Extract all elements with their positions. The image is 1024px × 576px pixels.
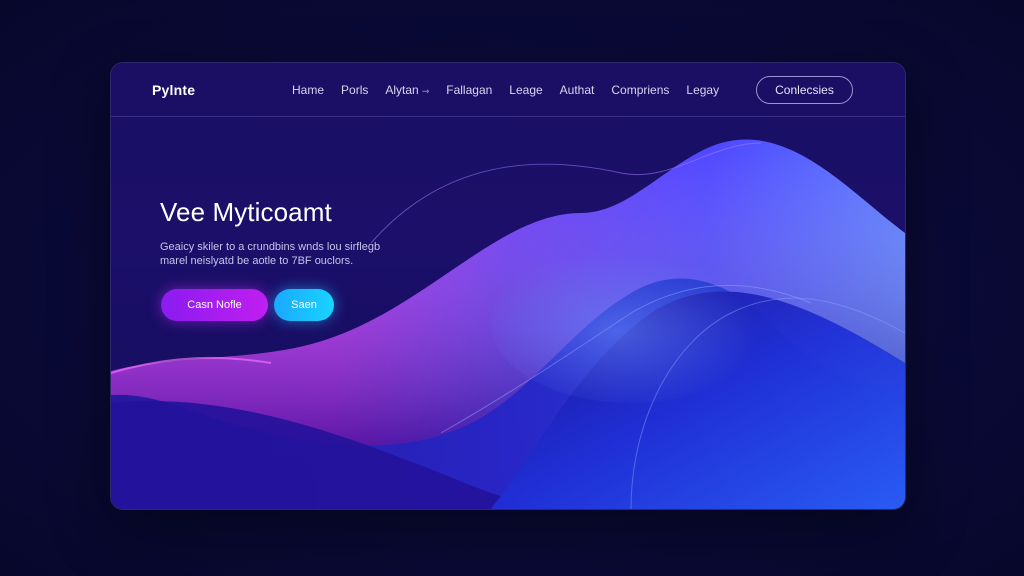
nav-link-label: Leage (509, 83, 543, 97)
nav-link-alytan[interactable]: Alytan ⇾ (385, 83, 429, 97)
nav-link-label: Authat (559, 83, 595, 97)
nav-link-fallagan[interactable]: Fallagan (446, 83, 492, 97)
nav-link-hame[interactable]: Hame (292, 83, 324, 97)
nav-link-label: Fallagan (446, 83, 493, 97)
contact-button[interactable]: Conlecsies (756, 76, 853, 104)
dropdown-arrow-icon: ⇾ (421, 86, 430, 96)
nav-link-label: Alytan (385, 83, 419, 97)
top-navbar: Pylnte Hame Porls Alytan ⇾ Fallagan Leage… (111, 63, 905, 117)
hero-subtitle-line-2: marel neislyatd be aotle to 7BF ouclors. (160, 255, 354, 267)
nav-link-leage[interactable]: Leage (509, 83, 542, 97)
nav-link-porls[interactable]: Porls (341, 83, 368, 97)
nav-link-label: Porls (341, 83, 369, 97)
nav-link-authat[interactable]: Authat (560, 83, 595, 97)
page-background: Pylnte Hame Porls Alytan ⇾ Fallagan Leage… (0, 0, 1024, 576)
hero-subtitle: Geaicy skiler to a crundbins wnds lou si… (160, 240, 440, 268)
hero-wave-artwork (111, 139, 905, 509)
nav-link-label: Compriens (611, 83, 670, 97)
nav-link-label: Legay (686, 83, 720, 97)
hero-subtitle-line-1: Geaicy skiler to a crundbins wnds lou si… (160, 241, 381, 253)
hero-title: Vee Myticoamt (160, 197, 332, 227)
nav-link-label: Hame (292, 83, 325, 97)
brand-logo[interactable]: Pylnte (152, 82, 195, 98)
secondary-cta-button[interactable]: Saen (274, 289, 334, 321)
primary-cta-button[interactable]: Casn Nofle (161, 289, 268, 321)
landing-window: Pylnte Hame Porls Alytan ⇾ Fallagan Leage… (111, 63, 905, 509)
nav-link-compriens[interactable]: Compriens (611, 83, 669, 97)
nav-menu: Hame Porls Alytan ⇾ Fallagan Leage Authat… (292, 83, 736, 97)
nav-link-legay[interactable]: Legay (686, 83, 719, 97)
